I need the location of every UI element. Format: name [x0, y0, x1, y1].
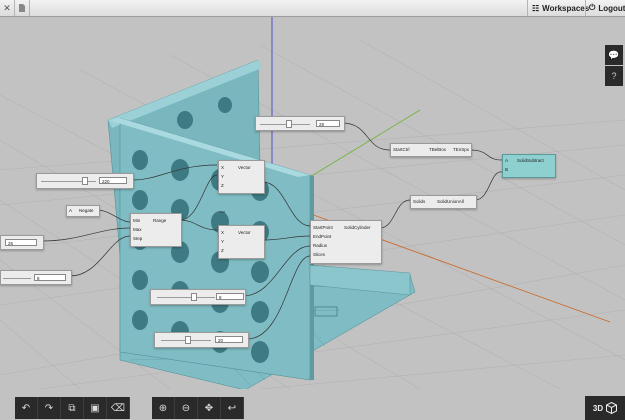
divider [29, 0, 30, 16]
node-input-port[interactable]: StartCtrl [393, 147, 410, 152]
cube-icon [606, 402, 618, 414]
top-bar: ✕ ☷ Workspaces ⏻ Logout [0, 0, 625, 17]
node-title: SolidCylinder [344, 225, 371, 230]
range-node[interactable]: Min Max Step Range [130, 213, 182, 247]
slider-track [260, 123, 310, 125]
speech-bubble-icon[interactable]: 💬 [605, 45, 623, 65]
zoom-out-icon[interactable]: ⊖ [175, 397, 198, 419]
zoom-in-icon[interactable]: ⊕ [152, 397, 175, 419]
solid-union-node[interactable]: Solids SolidUnionAll [410, 195, 477, 209]
eraser-icon[interactable]: ⌫ [107, 397, 130, 419]
view-3d-label: 3D [592, 403, 604, 413]
grid-icon: ☷ [532, 3, 540, 13]
divider [527, 0, 528, 16]
close-icon[interactable]: ✕ [0, 0, 14, 16]
node-input-port[interactable]: StartPoint [313, 225, 333, 230]
node-title: SolidSubtract [517, 158, 544, 163]
node-input-port[interactable]: EndPoint [313, 234, 331, 239]
slider-value-field[interactable]: 28 [316, 120, 340, 127]
node-title: Vector [238, 230, 251, 235]
pan-icon[interactable]: ✥ [198, 397, 221, 419]
node-input-port[interactable]: Min [133, 218, 140, 223]
node-input-port[interactable]: Radius [313, 243, 327, 248]
node-input-port[interactable]: A [505, 158, 508, 163]
node-input-port[interactable]: Max [133, 227, 142, 232]
workspaces-label: Workspaces [542, 3, 590, 13]
node-output-port[interactable]: TEnSpx [453, 147, 469, 152]
help-label: ? [611, 71, 617, 81]
slider-track [3, 277, 31, 279]
node-title: SolidUnionAll [437, 199, 464, 204]
vector-node[interactable]: X Y Z Vector [218, 225, 265, 259]
power-icon: ⏻ [589, 3, 596, 12]
slider-value-field[interactable]: 8 [216, 293, 244, 300]
slider-value-field[interactable]: 8 [34, 274, 66, 281]
node-title: TBelBox [429, 147, 447, 152]
slider-value-field[interactable]: 25 [5, 239, 37, 246]
slider-thumb[interactable] [82, 177, 88, 185]
help-button[interactable]: ? [605, 66, 623, 86]
node-input-port[interactable]: X [221, 165, 224, 170]
slider-value-field[interactable]: 20 [215, 336, 243, 343]
node-input-port[interactable]: Step [133, 236, 142, 241]
number-slider-node[interactable]: 8 [150, 289, 246, 305]
undo-icon[interactable]: ↶ [15, 397, 38, 419]
node-input-port[interactable]: Z [221, 183, 224, 188]
logout-label: Logout [598, 3, 625, 13]
node-input-port[interactable]: B [505, 167, 508, 172]
node-input-port[interactable]: X [221, 230, 224, 235]
negate-node[interactable]: A Negate [66, 205, 100, 217]
node-title: Vector [238, 165, 251, 170]
solid-cylinder-node[interactable]: StartPoint EndPoint Radius Slices SolidC… [310, 220, 382, 264]
number-slider-node[interactable]: 8 [0, 270, 72, 285]
number-slider-node[interactable]: 25 [0, 235, 44, 250]
slider-thumb[interactable] [286, 119, 292, 128]
box-node[interactable]: StartCtrl TBelBox TEnSpx [390, 143, 472, 157]
node-input-port[interactable]: Y [221, 239, 224, 244]
node-title: Negate [79, 208, 94, 213]
vector-node[interactable]: X Y Z Vector [218, 160, 265, 194]
slider-track [157, 297, 215, 298]
viewport-3d[interactable] [0, 17, 625, 389]
slider-thumb[interactable] [185, 336, 191, 344]
file-icon[interactable] [15, 0, 29, 16]
paste-icon[interactable]: ▣ [84, 397, 107, 419]
node-input-port[interactable]: Slices [313, 252, 325, 257]
solid-subtract-node[interactable]: A B SolidSubtract [502, 154, 556, 178]
logout-button[interactable]: ⏻ Logout [589, 0, 625, 16]
undo-view-icon[interactable]: ↩ [221, 397, 244, 419]
node-input-port[interactable]: Solids [413, 199, 425, 204]
node-input-port[interactable]: Z [221, 248, 224, 253]
slider-thumb[interactable] [191, 293, 197, 301]
node-input-port[interactable]: Y [221, 174, 224, 179]
view-3d-toggle[interactable]: 3D [585, 396, 625, 420]
slider-value-field[interactable]: 220 [99, 177, 127, 184]
divider [585, 0, 586, 16]
number-slider-node[interactable]: 20 [154, 332, 249, 348]
number-slider-node[interactable]: 220 [36, 173, 134, 189]
copy-icon[interactable]: ⧉ [61, 397, 84, 419]
node-title: Range [153, 218, 167, 223]
redo-icon[interactable]: ↷ [38, 397, 61, 419]
workspaces-button[interactable]: ☷ Workspaces [532, 0, 589, 16]
node-input-port[interactable]: A [69, 208, 72, 213]
number-slider-node[interactable]: 28 [255, 116, 345, 131]
